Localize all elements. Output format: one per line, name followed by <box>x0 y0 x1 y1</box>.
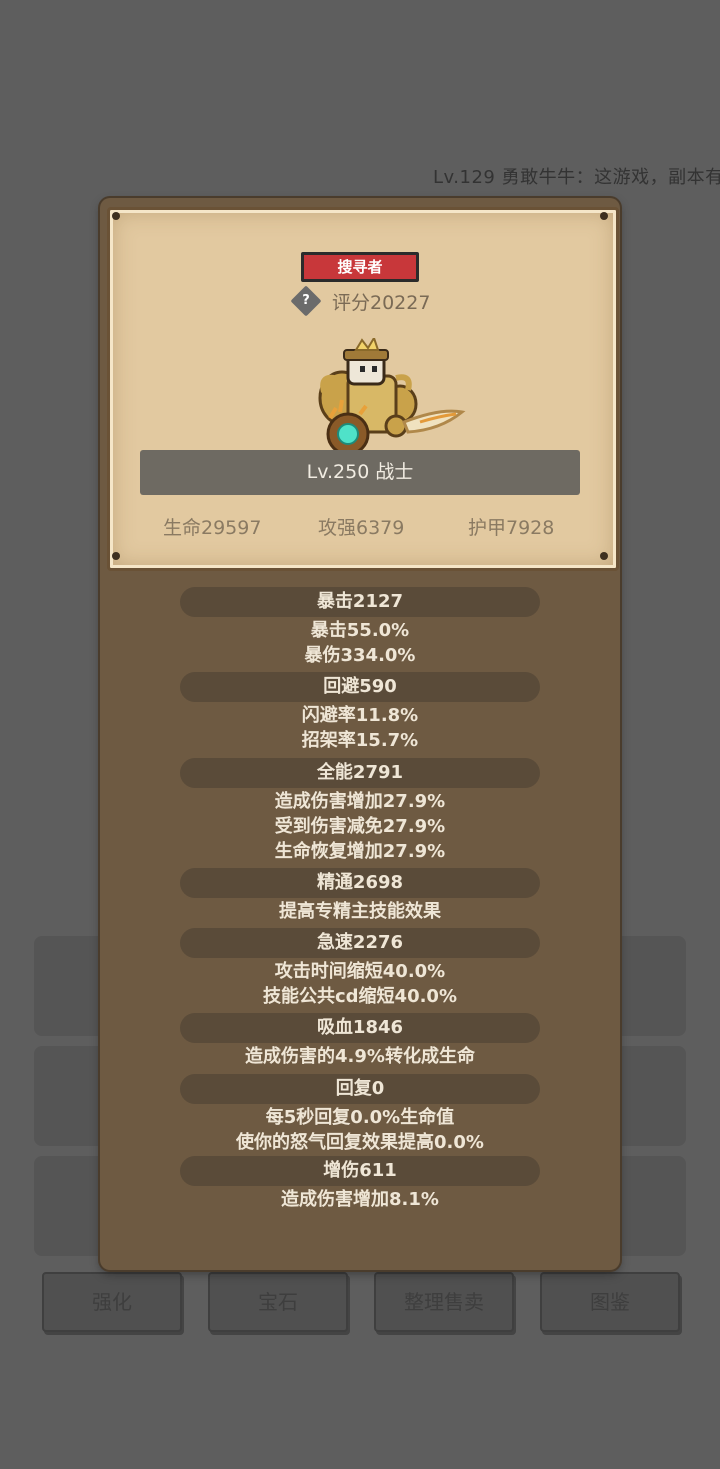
hp-stat: 生命29597 <box>163 517 262 539</box>
score-label: 评分20227 <box>332 292 431 314</box>
gem-button[interactable]: 宝石 <box>208 1272 348 1332</box>
help-symbol: ? <box>302 293 310 308</box>
stat-header-regen: 回复0 <box>180 1074 540 1104</box>
class-tag: 搜寻者 <box>301 252 419 282</box>
stat-line: 攻击时间缩短40.0% <box>274 961 446 982</box>
armor-stat: 护甲7928 <box>468 517 555 539</box>
rivet <box>600 212 608 220</box>
stat-line: 受到伤害减免27.9% <box>274 816 446 837</box>
stat-header-mastery: 精通2698 <box>180 868 540 898</box>
stat-line: 招架率15.7% <box>301 730 419 751</box>
stat-line: 使你的怒气回复效果提高0.0% <box>236 1132 484 1153</box>
stat-header-evasion: 回避590 <box>180 672 540 702</box>
warrior-character-icon <box>318 338 466 456</box>
stat-line: 造成伤害的4.9%转化成生命 <box>245 1046 475 1067</box>
sort-sell-button[interactable]: 整理售卖 <box>374 1272 514 1332</box>
stat-header-damage-bonus: 增伤611 <box>180 1156 540 1186</box>
stat-line: 暴伤334.0% <box>304 645 416 666</box>
stat-header-crit: 暴击2127 <box>180 587 540 617</box>
stat-line: 造成伤害增加27.9% <box>274 791 446 812</box>
broadcast-ticker: Lv.129 勇敢牛牛：这游戏，副本有 <box>433 167 720 188</box>
rivet <box>112 212 120 220</box>
stat-line: 提高专精主技能效果 <box>279 901 441 922</box>
stat-header-versatility: 全能2791 <box>180 758 540 788</box>
stat-line: 暴击55.0% <box>310 620 410 641</box>
stat-line: 造成伤害增加8.1% <box>281 1189 439 1210</box>
codex-button[interactable]: 图鉴 <box>540 1272 680 1332</box>
stat-header-lifesteal: 吸血1846 <box>180 1013 540 1043</box>
stat-line: 每5秒回复0.0%生命值 <box>265 1107 455 1128</box>
stat-line: 技能公共cd缩短40.0% <box>262 986 457 1007</box>
rivet <box>600 552 608 560</box>
stat-line: 生命恢复增加27.9% <box>274 841 446 862</box>
stat-line: 闪避率11.8% <box>301 705 419 726</box>
enhance-button[interactable]: 强化 <box>42 1272 182 1332</box>
stat-header-haste: 急速2276 <box>180 928 540 958</box>
help-icon[interactable]: ? <box>290 285 322 317</box>
attack-stat: 攻强6379 <box>318 517 405 539</box>
rivet <box>112 552 120 560</box>
level-class-bar: Lv.250 战士 <box>140 450 580 495</box>
